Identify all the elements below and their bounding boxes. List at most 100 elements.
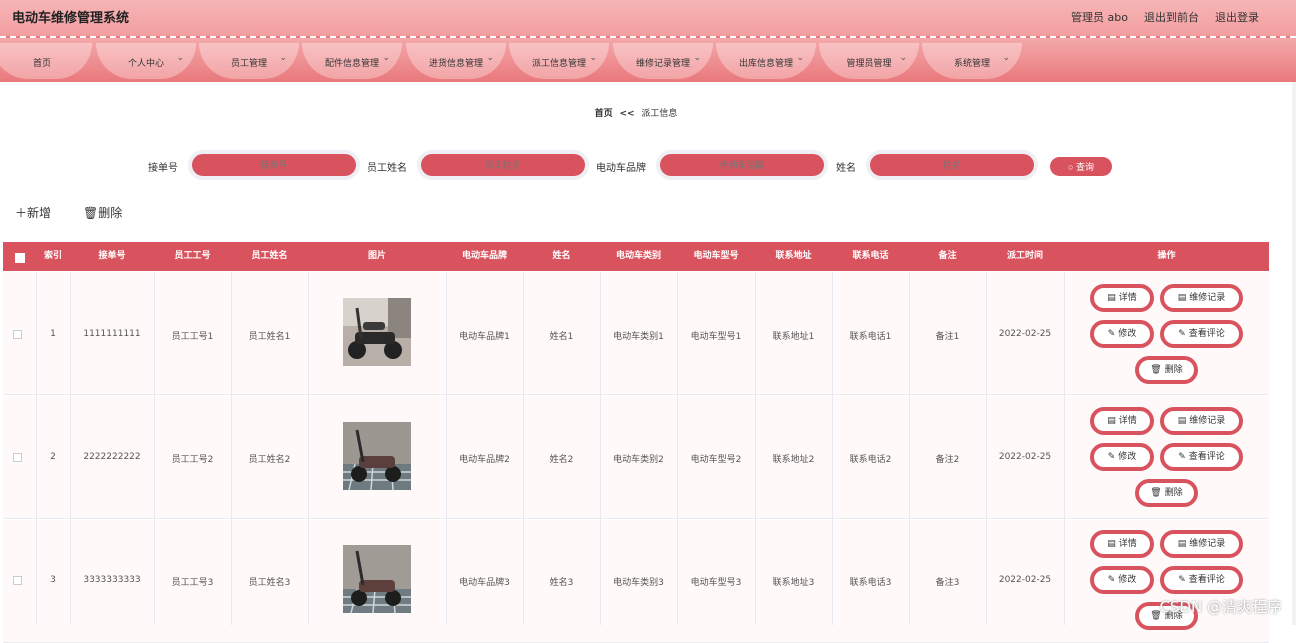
nav-label: 首页 [0,56,92,69]
name-input[interactable] [866,150,1038,180]
edit-icon: ✎ [1108,329,1116,339]
detail-button[interactable]: ▤详情 [1090,530,1154,558]
cell-category: 电动车类别3 [600,575,677,588]
nav-item-repair[interactable]: 维修记录管理⌄ [613,43,713,79]
repair-record-button[interactable]: ▤维修记录 [1160,530,1243,558]
cell-emp-no: 员工工号3 [154,575,231,588]
th-address: 联系地址 [755,242,832,271]
repair-label: 维修记录 [1189,539,1225,549]
row-checkbox[interactable] [13,330,22,339]
chevron-down-icon: ⌄ [176,53,184,63]
chevron-down-icon: ⌄ [486,53,494,63]
scrollbar[interactable] [1292,82,1296,625]
cell-order-no: 3333333333 [70,575,154,585]
breadcrumb-current: 派工信息 [641,109,677,119]
document-icon: ▤ [1107,293,1116,303]
edit-icon: ✎ [1178,329,1186,339]
nav-item-parts[interactable]: 配件信息管理⌄ [302,43,402,79]
row-delete-label: 删除 [1165,365,1183,375]
delete-button[interactable]: 🗑删除 [83,204,122,221]
breadcrumb-home[interactable]: 首页 [595,109,613,119]
cell-model: 电动车型号2 [677,452,755,465]
column-divider [909,272,910,625]
th-phone: 联系电话 [832,242,909,271]
th-image: 图片 [308,242,446,271]
app-title: 电动车维修管理系统 [12,7,129,26]
top-header: 电动车维修管理系统 管理员 abo 退出到前台 退出登录 [0,0,1296,36]
search-button[interactable]: ○ 查询 [1050,157,1112,176]
cell-phone: 联系电话3 [832,575,909,588]
cell-time: 2022-02-25 [986,575,1064,585]
ebike-image [343,298,411,366]
employee-name-label: 员工姓名 [367,159,407,174]
cell-address: 联系地址3 [755,575,832,588]
repair-record-button[interactable]: ▤维修记录 [1160,407,1243,435]
nav-item-system[interactable]: 系统管理⌄ [922,43,1022,79]
review-label: 查看评论 [1189,452,1225,462]
logout-link[interactable]: 退出登录 [1215,9,1259,25]
document-icon: ▤ [1178,293,1187,303]
exit-to-front-link[interactable]: 退出到前台 [1144,9,1199,25]
employee-name-input[interactable] [417,150,589,180]
row-checkbox[interactable] [13,453,22,462]
th-name: 姓名 [523,242,600,271]
th-brand: 电动车品牌 [446,242,523,271]
detail-button[interactable]: ▤详情 [1090,407,1154,435]
column-divider [70,272,71,625]
detail-button[interactable]: ▤详情 [1090,284,1154,312]
main-nav: 首页 个人中心⌄ 员工管理⌄ 配件信息管理⌄ 进货信息管理⌄ 派工信息管理⌄ 维… [0,36,1296,82]
nav-item-employee[interactable]: 员工管理⌄ [199,43,299,79]
select-all-checkbox[interactable] [15,253,25,263]
cell-name: 姓名3 [523,575,600,588]
row-checkbox[interactable] [13,576,22,585]
trash-icon: 🗑 [83,206,98,220]
th-index: 索引 [36,242,70,271]
nav-item-home[interactable]: 首页 [0,43,92,79]
add-button-label: 新增 [27,206,51,220]
ebike-image [343,545,411,613]
cell-emp-name: 员工姓名3 [231,575,308,588]
cell-address: 联系地址1 [755,329,832,342]
row-delete-button[interactable]: 🗑删除 [1135,356,1198,384]
ebike-brand-input[interactable] [656,150,828,180]
document-icon: ▤ [1178,539,1187,549]
repair-record-button[interactable]: ▤维修记录 [1160,284,1243,312]
cell-remark: 备注3 [909,575,986,588]
edit-button[interactable]: ✎修改 [1090,443,1154,471]
column-divider [677,272,678,625]
nav-item-purchase[interactable]: 进货信息管理⌄ [406,43,506,79]
chevron-down-icon: ⌄ [1002,53,1010,63]
edit-button[interactable]: ✎修改 [1090,566,1154,594]
edit-icon: ✎ [1108,452,1116,462]
nav-item-admin[interactable]: 管理员管理⌄ [819,43,919,79]
ebike-photo [343,545,411,613]
cell-order-no: 2222222222 [70,452,154,462]
detail-label: 详情 [1119,539,1137,549]
column-divider [755,272,756,625]
nav-item-dispatch[interactable]: 派工信息管理⌄ [509,43,609,79]
cell-phone: 联系电话2 [832,452,909,465]
view-review-button[interactable]: ✎查看评论 [1160,443,1243,471]
edit-label: 修改 [1118,575,1136,585]
repair-label: 维修记录 [1189,416,1225,426]
cell-name: 姓名1 [523,329,600,342]
nav-item-personal[interactable]: 个人中心⌄ [96,43,196,79]
view-review-button[interactable]: ✎查看评论 [1160,566,1243,594]
add-button[interactable]: ＋新增 [15,204,51,221]
row-delete-button[interactable]: 🗑删除 [1135,479,1198,507]
review-label: 查看评论 [1189,575,1225,585]
cell-emp-name: 员工姓名2 [231,452,308,465]
cell-category: 电动车类别2 [600,452,677,465]
chevron-down-icon: ⌄ [382,53,390,63]
column-divider [1064,272,1065,625]
search-button-label: 查询 [1076,162,1094,172]
th-time: 派工时间 [986,242,1064,271]
column-divider [231,272,232,625]
th-order-no: 接单号 [70,242,154,271]
chevron-down-icon: ⌄ [589,53,597,63]
ebike-brand-label: 电动车品牌 [596,159,646,174]
edit-button[interactable]: ✎修改 [1090,320,1154,348]
view-review-button[interactable]: ✎查看评论 [1160,320,1243,348]
order-no-input[interactable] [188,150,360,180]
nav-item-outbound[interactable]: 出库信息管理⌄ [716,43,816,79]
